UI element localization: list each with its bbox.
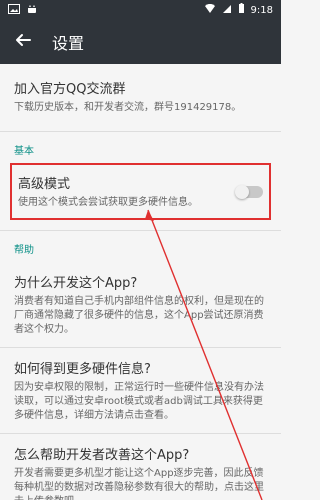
advanced-mode-item[interactable]: 高级模式 使用这个模式会尝试获取更多硬件信息。 [10,163,271,220]
how-get-more-item[interactable]: 如何得到更多硬件信息? 因为安卓权限的限制，正常运行时一些硬件信息没有办法读取，… [0,348,281,433]
status-bar: 9:18 [0,0,281,20]
join-group-title: 加入官方QQ交流群 [14,82,126,97]
status-left [8,3,38,18]
advanced-mode-title: 高级模式 [18,177,71,192]
section-basic: 基本 [14,146,34,157]
status-time: 9:18 [250,4,273,16]
why-develop-item[interactable]: 为什么开发这个App? 消费者有知道自己手机内部组件信息的权利，但是现在的厂商通… [0,262,281,347]
how-get-more-desc: 因为安卓权限的限制，正常运行时一些硬件信息没有办法读取，可以通过安卓root模式… [14,382,264,421]
settings-list: 加入官方QQ交流群 下载历史版本，和开发者交流，群号191429178。 基本 … [0,64,281,500]
wifi-icon [204,3,216,17]
help-developer-desc: 开发者需要更多机型才能让这个App逐步完善，因此反馈每种机型的数据对改善隐秘参数… [14,468,264,500]
section-help: 帮助 [14,245,34,256]
join-group-item[interactable]: 加入官方QQ交流群 下载历史版本，和开发者交流，群号191429178。 [0,64,281,125]
advanced-mode-desc: 使用这个模式会尝试获取更多硬件信息。 [18,197,198,208]
status-right: 9:18 [204,3,273,17]
why-develop-title: 为什么开发这个App? [14,276,138,291]
battery-icon [238,3,245,17]
toggle-knob [235,184,249,199]
back-button[interactable] [12,31,34,53]
back-arrow-icon [14,31,32,53]
help-developer-item[interactable]: 怎么帮助开发者改善这个App? 开发者需要更多机型才能让这个App逐步完善，因此… [0,434,281,500]
advanced-mode-text: 高级模式 使用这个模式会尝试获取更多硬件信息。 [18,173,229,210]
how-get-more-title: 如何得到更多硬件信息? [14,362,151,377]
app-bar: 设置 [0,20,281,64]
advanced-mode-row: 高级模式 使用这个模式会尝试获取更多硬件信息。 [18,173,263,210]
image-icon [8,3,20,17]
signal-icon [222,4,232,17]
advanced-mode-toggle[interactable] [235,184,263,199]
page-title: 设置 [52,34,85,53]
help-developer-title: 怎么帮助开发者改善这个App? [14,448,190,463]
android-icon [26,3,38,18]
why-develop-desc: 消费者有知道自己手机内部组件信息的权利，但是现在的厂商通常隐藏了很多硬件的信息，… [14,296,264,335]
join-group-desc: 下载历史版本，和开发者交流，群号191429178。 [14,102,242,113]
